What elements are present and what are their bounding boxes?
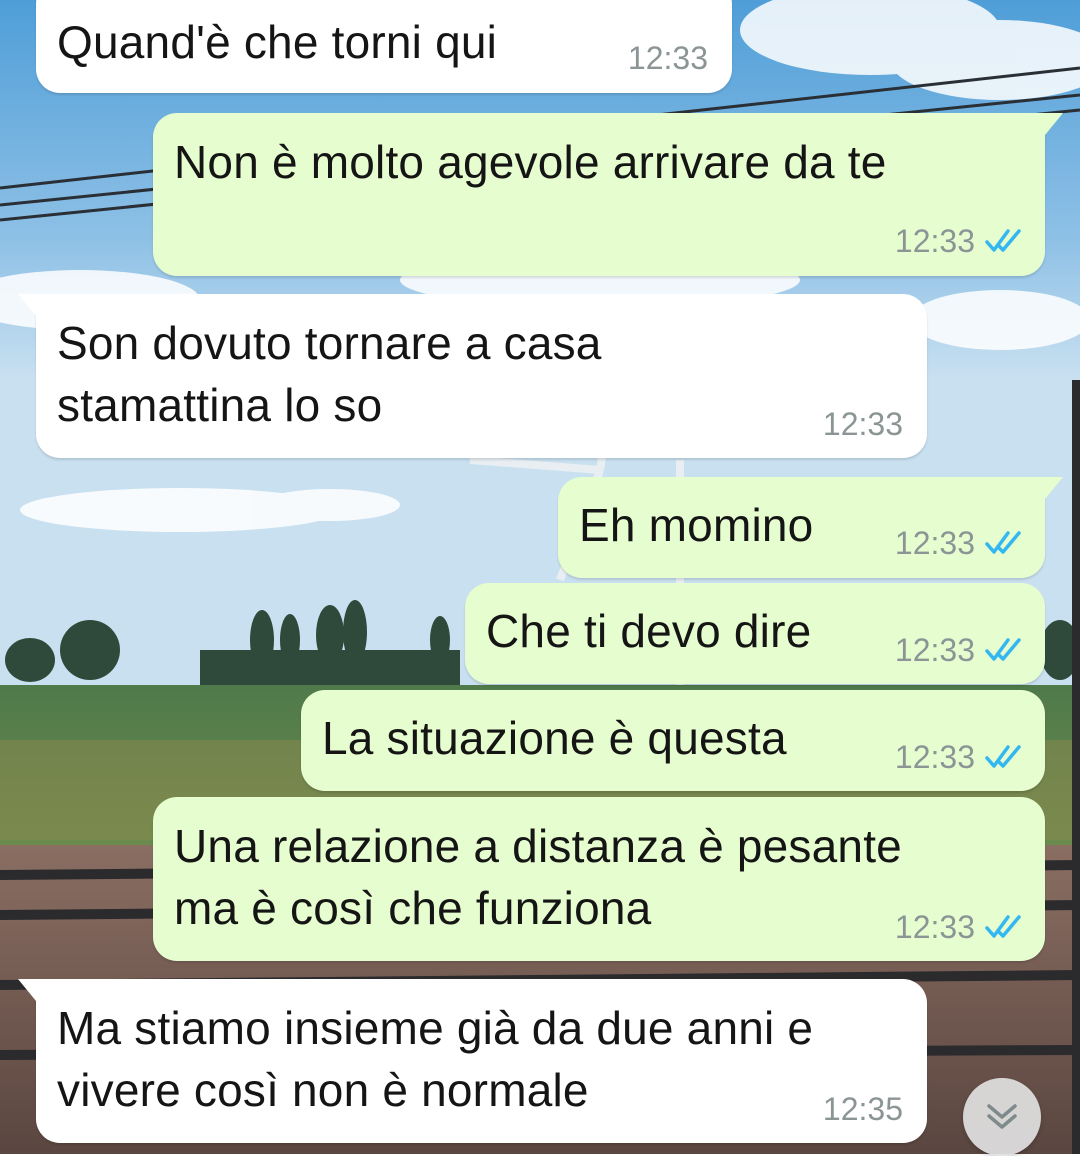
double-chevron-down-icon [987, 1104, 1017, 1129]
double-check-read-icon [985, 745, 1021, 768]
message-bubble-incoming[interactable]: Quand'è che torni qui 12:33 [36, 0, 732, 93]
double-check-read-icon [985, 638, 1021, 661]
message-bubble-outgoing[interactable]: La situazione è questa 12:33 [301, 690, 1045, 791]
message-time: 12:33 [894, 738, 975, 775]
message-list[interactable]: Quand'è che torni qui 12:33 Non è molto … [0, 0, 1080, 1154]
message-time: 12:33 [894, 908, 975, 945]
message-time: 12:33 [894, 631, 975, 668]
message-text-line: Una relazione a distanza è pesante [174, 820, 902, 872]
message-bubble-incoming[interactable]: Ma stiamo insieme già da due anni e vive… [18, 979, 927, 1143]
double-check-read-icon [985, 229, 1021, 252]
scroll-to-bottom-button[interactable] [963, 1078, 1041, 1156]
message-text-line: Ma stiamo insieme già da due anni e [57, 1002, 814, 1054]
message-time: 12:35 [822, 1090, 903, 1127]
message-bubble-outgoing[interactable]: Una relazione a distanza è pesante ma è … [153, 797, 1045, 961]
message-bubble-outgoing[interactable]: Eh momino 12:33 [558, 477, 1063, 578]
message-text: Che ti devo dire [486, 605, 812, 657]
message-bubble-outgoing[interactable]: Che ti devo dire 12:33 [465, 583, 1045, 684]
double-check-read-icon [985, 915, 1021, 938]
message-time: 12:33 [822, 405, 903, 442]
message-bubble-incoming[interactable]: Son dovuto tornare a casa stamattina lo … [18, 294, 927, 458]
double-check-read-icon [985, 531, 1021, 554]
message-text-line: stamattina lo so [57, 379, 383, 431]
message-text-line: ma è così che funziona [174, 882, 652, 934]
message-time: 12:33 [894, 222, 975, 259]
message-text-line: vivere così non è normale [57, 1064, 589, 1116]
message-text: Quand'è che torni qui [57, 16, 498, 68]
message-time: 12:33 [627, 39, 708, 76]
message-text: Non è molto agevole arrivare da te [174, 136, 887, 188]
message-bubble-outgoing[interactable]: Non è molto agevole arrivare da te 12:33 [153, 113, 1063, 276]
message-text: Eh momino [579, 499, 814, 551]
message-text-line: Son dovuto tornare a casa [57, 317, 602, 369]
message-time: 12:33 [894, 524, 975, 561]
message-text: La situazione è questa [322, 712, 787, 764]
